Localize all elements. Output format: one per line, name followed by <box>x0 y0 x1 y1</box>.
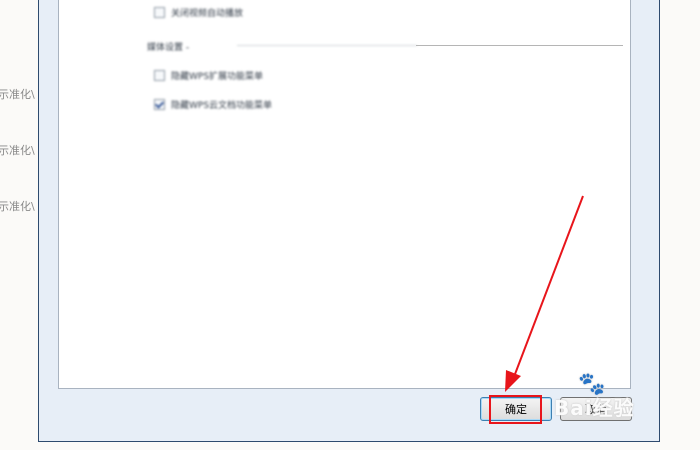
option-row-top[interactable]: 关闭视频自动播放 <box>154 6 243 19</box>
checkbox-checked[interactable] <box>154 99 165 110</box>
checkbox[interactable] <box>154 7 165 18</box>
side-label-2: 示准化\ <box>0 144 35 157</box>
baidu-watermark: 🐾 Bai经验 <box>554 372 635 420</box>
side-label-3: 示准化\ <box>0 200 35 213</box>
option-label: 隐藏WPS扩展功能菜单 <box>171 72 264 82</box>
option-row-2[interactable]: 隐藏WPS云文档功能菜单 <box>154 98 272 111</box>
option-label: 关闭视频自动播放 <box>171 9 244 19</box>
group-divider-blurred <box>237 45 417 46</box>
annotation-highlight-box <box>489 395 542 424</box>
group-title: 媒体设置 - <box>147 43 190 53</box>
group-divider <box>416 45 623 46</box>
option-row-1[interactable]: 隐藏WPS扩展功能菜单 <box>154 69 263 82</box>
option-label: 隐藏WPS云文档功能菜单 <box>171 101 273 111</box>
settings-panel: 关闭视频自动播放 媒体设置 - 隐藏WPS扩展功能菜单 隐藏WPS云文档功能菜单 <box>58 0 631 389</box>
checkbox[interactable] <box>154 70 165 81</box>
side-label-1: 示准化\ <box>0 88 35 101</box>
